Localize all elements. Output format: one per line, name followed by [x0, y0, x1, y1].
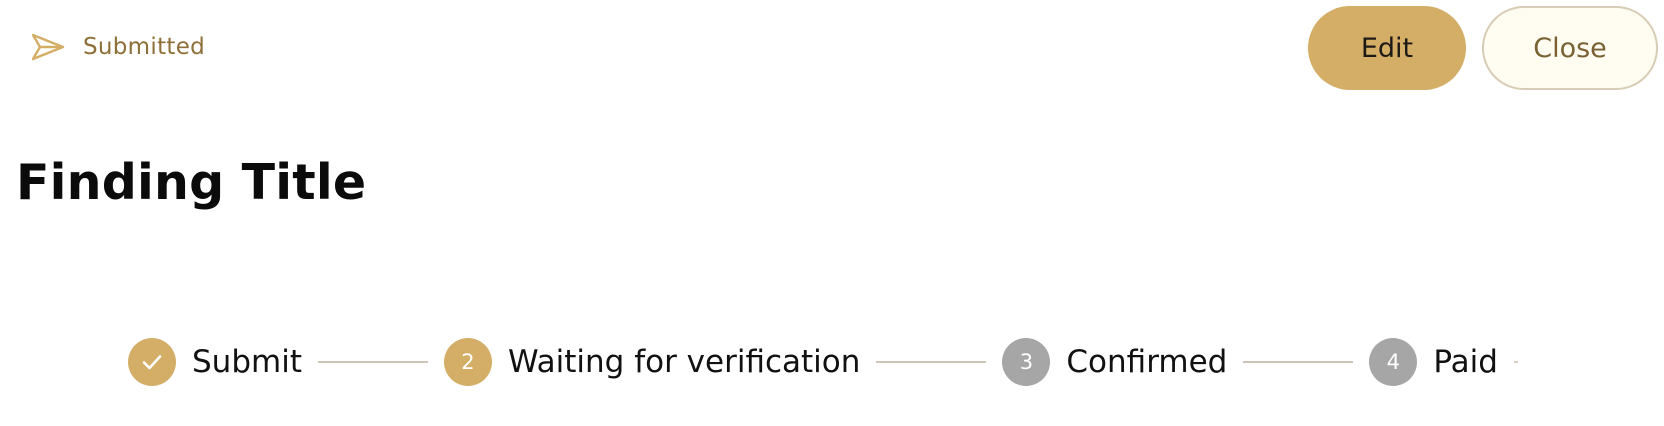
step-label: Submit [192, 344, 302, 380]
step-submit: Submit [128, 338, 302, 386]
progress-stepper: Submit 2 Waiting for verification 3 Conf… [128, 337, 1518, 387]
step-paid: 4 Paid [1369, 338, 1498, 386]
page-title: Finding Title [16, 154, 367, 211]
step-connector-trail [1513, 361, 1518, 363]
step-label: Paid [1433, 344, 1498, 380]
status-label: Submitted [83, 34, 206, 60]
header-actions: Edit Close [1308, 6, 1658, 90]
step-number: 4 [1369, 338, 1418, 386]
step-label: Waiting for verification [507, 344, 861, 380]
step-confirmed: 3 Confirmed [1002, 338, 1227, 386]
send-icon [30, 29, 66, 65]
step-number: 2 [443, 338, 492, 386]
close-button[interactable]: Close [1482, 6, 1658, 90]
status-indicator: Submitted [30, 26, 205, 68]
step-check-icon [128, 338, 176, 386]
step-number: 3 [1002, 338, 1051, 386]
step-waiting-for-verification: 2 Waiting for verification [443, 338, 861, 386]
step-connector [317, 361, 428, 363]
edit-button[interactable]: Edit [1308, 6, 1466, 90]
step-connector [1243, 361, 1354, 363]
step-connector [876, 361, 987, 363]
step-label: Confirmed [1066, 344, 1228, 380]
